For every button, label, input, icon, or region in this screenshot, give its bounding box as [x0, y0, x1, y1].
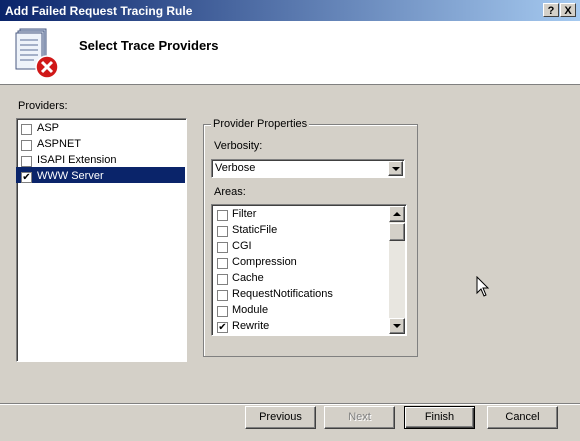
provider-checkbox-www-server[interactable]: ✔	[21, 172, 32, 183]
area-checkbox-cgi[interactable]	[217, 242, 228, 253]
area-label-cgi[interactable]: CGI	[232, 240, 252, 252]
area-label-requestnotifications[interactable]: RequestNotifications	[232, 288, 333, 300]
verbosity-dropdown-button[interactable]	[388, 161, 403, 176]
title-bar: Add Failed Request Tracing Rule ? X	[0, 0, 580, 21]
area-checkbox-module[interactable]	[217, 306, 228, 317]
next-button[interactable]: Next	[324, 406, 395, 429]
area-checkbox-cache[interactable]	[217, 274, 228, 285]
verbosity-value: Verbose	[215, 162, 256, 174]
next-button-label: Next	[348, 411, 371, 423]
footer-separator	[0, 403, 580, 405]
area-checkbox-staticfile[interactable]	[217, 226, 228, 237]
chevron-down-icon	[393, 324, 401, 328]
providers-label: Providers:	[18, 100, 68, 112]
chevron-up-icon	[393, 212, 401, 216]
provider-label-asp[interactable]: ASP	[37, 122, 59, 134]
provider-checkbox-isapi[interactable]	[21, 156, 32, 167]
verbosity-label: Verbosity:	[214, 140, 263, 152]
wizard-header: Select Trace Providers	[0, 21, 580, 85]
area-label-filter[interactable]: Filter	[232, 208, 256, 220]
window-title: Add Failed Request Tracing Rule	[5, 4, 193, 18]
area-label-cache[interactable]: Cache	[232, 272, 264, 284]
provider-label-isapi[interactable]: ISAPI Extension	[37, 154, 117, 166]
chevron-down-icon	[391, 166, 400, 171]
area-label-staticfile[interactable]: StaticFile	[232, 224, 277, 236]
area-checkbox-filter[interactable]	[217, 210, 228, 221]
cancel-button[interactable]: Cancel	[487, 406, 558, 429]
area-label-module[interactable]: Module	[232, 304, 268, 316]
provider-label-www-server[interactable]: WWW Server	[37, 170, 104, 182]
help-button[interactable]: ?	[543, 3, 559, 17]
mouse-pointer-icon	[476, 276, 490, 297]
areas-label: Areas:	[214, 186, 246, 198]
scrollbar-thumb[interactable]	[389, 223, 405, 241]
provider-checkbox-asp[interactable]	[21, 124, 32, 135]
trace-log-error-icon	[15, 28, 59, 79]
provider-label-aspnet[interactable]: ASPNET	[37, 138, 81, 150]
cancel-button-label: Cancel	[505, 411, 540, 423]
area-checkbox-rewrite[interactable]: ✔	[217, 322, 228, 333]
provider-checkbox-aspnet[interactable]	[21, 140, 32, 151]
area-label-compression[interactable]: Compression	[232, 256, 297, 268]
close-button[interactable]: X	[560, 3, 576, 17]
finish-button-label: Finish	[424, 411, 455, 423]
page-heading: Select Trace Providers	[79, 38, 219, 53]
area-label-rewrite[interactable]: Rewrite	[232, 320, 269, 332]
area-checkbox-compression[interactable]	[217, 258, 228, 269]
scroll-down-button[interactable]	[389, 318, 405, 334]
provider-properties-title: Provider Properties	[211, 118, 310, 130]
verbosity-select[interactable]: Verbose	[211, 159, 405, 178]
previous-button[interactable]: Previous	[245, 406, 316, 429]
scroll-up-button[interactable]	[389, 206, 405, 222]
previous-button-label: Previous	[259, 411, 302, 423]
area-checkbox-requestnotifications[interactable]	[217, 290, 228, 301]
finish-button[interactable]: Finish	[404, 406, 475, 429]
